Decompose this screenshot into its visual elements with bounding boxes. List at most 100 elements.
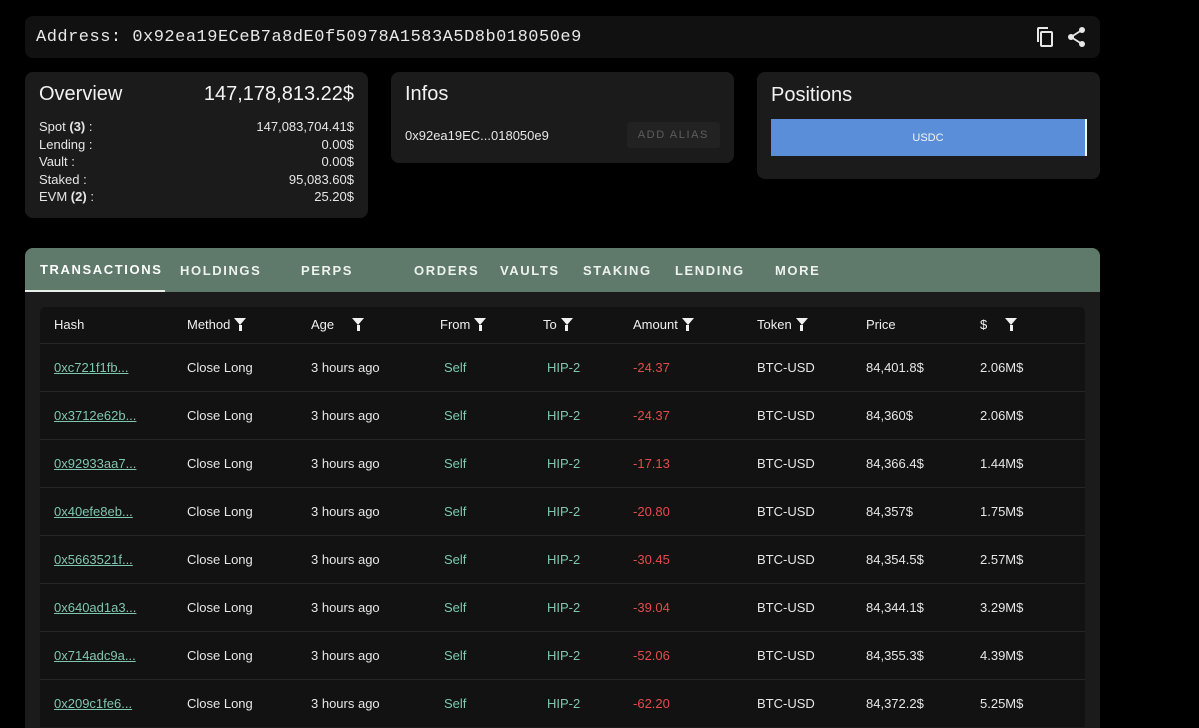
- filter-funnel: [560, 318, 573, 326]
- column-header-cell: Price: [866, 317, 896, 332]
- cell-method: Close Long: [187, 534, 311, 583]
- price-value: 84,360$: [866, 407, 913, 423]
- tab-holdings[interactable]: HOLDINGS: [165, 248, 286, 292]
- filter-icon[interactable]: [795, 318, 808, 332]
- token-value: BTC-USD: [757, 551, 815, 567]
- cell-usd: 1.44M$: [980, 438, 1085, 487]
- table-body: 0xc721f1fb... Close Long 3 hours ago Self HI…: [40, 342, 1085, 727]
- method-value: Close Long: [187, 647, 253, 663]
- usd-value: 3.29M$: [980, 599, 1024, 615]
- cell-method: Close Long: [187, 582, 311, 631]
- filter-stem: [800, 325, 804, 332]
- to-link[interactable]: HIP-2: [547, 552, 580, 567]
- share-icon[interactable]: [1066, 25, 1088, 49]
- to-link[interactable]: HIP-2: [547, 600, 580, 615]
- infos-short-address: 0x92ea19EC...018050e9: [405, 127, 549, 143]
- to-link[interactable]: HIP-2: [547, 696, 580, 711]
- tab-vaults[interactable]: VAULTS: [485, 248, 568, 292]
- tab-orders[interactable]: ORDERS: [399, 248, 485, 292]
- filter-stem: [356, 325, 360, 332]
- overview-row-name: Spot: [39, 119, 66, 134]
- from-link[interactable]: Self: [444, 504, 466, 519]
- position-bar-usdc[interactable]: USDC: [771, 119, 1087, 156]
- tab-staking[interactable]: STAKING: [568, 248, 660, 292]
- from-link[interactable]: Self: [444, 648, 466, 663]
- from-link[interactable]: Self: [444, 552, 466, 567]
- cell-usd: 2.06M$: [980, 342, 1085, 391]
- tab-transactions[interactable]: TRANSACTIONS: [25, 248, 165, 292]
- cell-price: 84,401.8$: [866, 342, 980, 391]
- from-link[interactable]: Self: [444, 408, 466, 423]
- amount-number: 17.13: [637, 455, 670, 471]
- tab-perps[interactable]: PERPS: [286, 248, 399, 292]
- filter-icon[interactable]: [560, 318, 573, 332]
- to-link[interactable]: HIP-2: [547, 408, 580, 423]
- to-link[interactable]: HIP-2: [547, 648, 580, 663]
- to-link[interactable]: HIP-2: [547, 504, 580, 519]
- table-row: 0x5663521f... Close Long 3 hours ago Self HI…: [40, 534, 1085, 583]
- to-link[interactable]: HIP-2: [547, 360, 580, 375]
- infos-title: Infos: [405, 83, 449, 105]
- filter-stem: [478, 325, 482, 332]
- filter-icon[interactable]: [234, 318, 247, 332]
- from-link[interactable]: Self: [444, 456, 466, 471]
- token-value: BTC-USD: [757, 407, 815, 423]
- copy-icon[interactable]: [1034, 25, 1056, 49]
- amount-value: -30.45: [633, 552, 670, 567]
- method-value: Close Long: [187, 695, 253, 711]
- column-header-cell: Hash: [54, 317, 84, 332]
- cell-from: Self: [440, 678, 543, 727]
- hash-link[interactable]: 0x40efe8eb...: [54, 504, 133, 519]
- column-header-cell: To: [543, 317, 573, 332]
- cell-method: Close Long: [187, 486, 311, 535]
- method-value: Close Long: [187, 503, 253, 519]
- filter-icon[interactable]: [474, 318, 487, 332]
- token-value: BTC-USD: [757, 455, 815, 471]
- token-value: BTC-USD: [757, 503, 815, 519]
- hash-link[interactable]: 0x640ad1a3...: [54, 600, 136, 615]
- cell-token: BTC-USD: [757, 486, 866, 535]
- tab-more[interactable]: MORE: [760, 248, 850, 292]
- tab-lending[interactable]: LENDING: [660, 248, 760, 292]
- usd-value: 1.75M$: [980, 503, 1024, 519]
- overview-row-label: Lending :: [39, 136, 93, 154]
- cell-from: Self: [440, 630, 543, 679]
- cell-token: BTC-USD: [757, 582, 866, 631]
- hash-link[interactable]: 0x714adc9a...: [54, 648, 136, 663]
- age-value: 3 hours ago: [311, 503, 380, 519]
- overview-row-value: 0.00$: [321, 154, 354, 169]
- amount-value: -24.37: [633, 408, 670, 423]
- overview-row: Spot (3) : 147,083,704.41$: [39, 118, 354, 136]
- from-link[interactable]: Self: [444, 360, 466, 375]
- overview-row-label: Vault :: [39, 153, 75, 171]
- column-header-cell: Age: [311, 317, 365, 332]
- cell-amount: -30.45: [633, 534, 757, 583]
- hash-link[interactable]: 0x92933aa7...: [54, 456, 136, 471]
- hash-link[interactable]: 0xc721f1fb...: [54, 360, 128, 375]
- filter-icon[interactable]: [1005, 318, 1018, 332]
- filter-icon[interactable]: [681, 318, 694, 332]
- from-link[interactable]: Self: [444, 696, 466, 711]
- cell-hash: 0x5663521f...: [40, 534, 187, 583]
- from-link[interactable]: Self: [444, 600, 466, 615]
- overview-title: Overview: [39, 83, 123, 105]
- cell-to: HIP-2: [543, 438, 633, 487]
- column-header-method: Method: [187, 307, 311, 343]
- hash-link[interactable]: 0x209c1fe6...: [54, 696, 132, 711]
- hash-link[interactable]: 0x3712e62b...: [54, 408, 136, 423]
- cell-hash: 0x714adc9a...: [40, 630, 187, 679]
- filter-stem: [238, 325, 242, 332]
- age-value: 3 hours ago: [311, 455, 380, 471]
- cell-age: 3 hours ago: [311, 630, 440, 679]
- filter-stem: [686, 325, 690, 332]
- cell-price: 84,355.3$: [866, 630, 980, 679]
- table-row: 0x209c1fe6... Close Long 3 hours ago Self HI…: [40, 678, 1085, 727]
- add-alias-button[interactable]: ADD ALIAS: [626, 122, 720, 148]
- cell-age: 3 hours ago: [311, 486, 440, 535]
- usd-value: 4.39M$: [980, 647, 1024, 663]
- hash-link[interactable]: 0x5663521f...: [54, 552, 133, 567]
- filter-icon[interactable]: [352, 318, 365, 332]
- cell-amount: -24.37: [633, 342, 757, 391]
- column-header-label: Token: [757, 317, 792, 333]
- to-link[interactable]: HIP-2: [547, 456, 580, 471]
